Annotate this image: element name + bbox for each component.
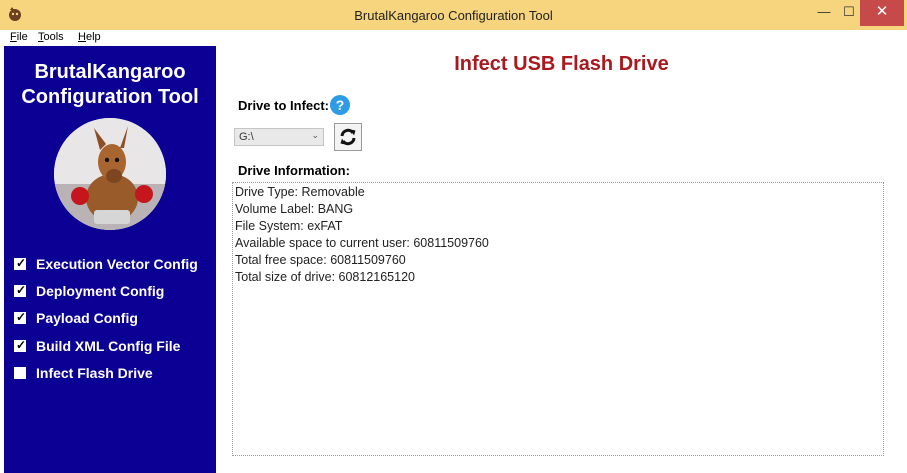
step-checkbox[interactable] — [14, 367, 26, 379]
step-label: Deployment Config — [36, 283, 165, 299]
window-title: BrutalKangaroo Configuration Tool — [354, 8, 553, 23]
step-label: Infect Flash Drive — [36, 365, 153, 381]
title-bar: BrutalKangaroo Configuration Tool — ☐ ✕ — [0, 0, 907, 30]
sidebar-title-line1: BrutalKangaroo — [34, 61, 186, 83]
drive-information-textbox[interactable]: Drive Type: Removable Volume Label: BANG… — [232, 182, 884, 456]
step-checkbox[interactable]: ✓ — [14, 283, 27, 297]
step-checkbox[interactable]: ✓ — [14, 256, 27, 270]
drive-info-line: File System: exFAT — [235, 219, 343, 233]
close-button[interactable]: ✕ — [860, 0, 904, 26]
drive-info-line: Available space to current user: 6081150… — [235, 236, 489, 250]
sidebar-title-line2: Configuration Tool — [21, 86, 199, 108]
drive-to-infect-label: Drive to Infect: — [238, 98, 330, 113]
maximize-button[interactable]: ☐ — [838, 0, 860, 26]
sidebar-title: BrutalKangaroo Configuration Tool — [4, 60, 216, 110]
step-payload-config[interactable]: ✓ Payload Config — [14, 310, 214, 330]
menu-file[interactable]: File — [10, 31, 28, 43]
drive-info-line: Volume Label: BANG — [235, 202, 354, 216]
step-execution-vector-config[interactable]: ✓ Execution Vector Config — [14, 256, 214, 276]
checkmark-icon: ✓ — [15, 283, 27, 297]
step-label: Payload Config — [36, 310, 138, 326]
refresh-icon — [340, 128, 356, 146]
step-label: Build XML Config File — [36, 338, 181, 354]
drive-select[interactable]: G:\ ⌄ — [234, 128, 324, 146]
kangaroo-mascot-icon — [54, 118, 166, 230]
drive-information-label: Drive Information: — [238, 163, 350, 178]
page-title: Infect USB Flash Drive — [454, 53, 669, 75]
checkmark-icon: ✓ — [15, 310, 27, 324]
menu-tools[interactable]: Tools — [38, 31, 64, 43]
drive-select-value: G:\ — [239, 131, 254, 143]
drive-info-line: Total free space: 60811509760 — [235, 253, 406, 267]
refresh-button[interactable] — [334, 123, 362, 151]
checkmark-icon: ✓ — [15, 256, 27, 270]
menu-help[interactable]: Help — [78, 31, 101, 43]
step-deployment-config[interactable]: ✓ Deployment Config — [14, 283, 214, 303]
step-checkbox[interactable]: ✓ — [14, 310, 27, 324]
drive-info-line: Drive Type: Removable — [235, 185, 365, 199]
help-icon[interactable]: ? — [330, 95, 350, 115]
step-label: Execution Vector Config — [36, 256, 198, 272]
chevron-down-icon: ⌄ — [311, 130, 319, 140]
sidebar: BrutalKangaroo Configuration Tool ✓ Exec… — [4, 46, 216, 473]
minimize-button[interactable]: — — [810, 0, 838, 26]
drive-info-line: Total size of drive: 60812165120 — [235, 270, 415, 284]
menu-bar: File Tools Help — [0, 30, 907, 46]
step-build-xml-config-file[interactable]: ✓ Build XML Config File — [14, 338, 214, 358]
step-checkbox[interactable]: ✓ — [14, 338, 27, 352]
checkmark-icon: ✓ — [15, 338, 27, 352]
step-infect-flash-drive[interactable]: Infect Flash Drive — [14, 365, 214, 385]
